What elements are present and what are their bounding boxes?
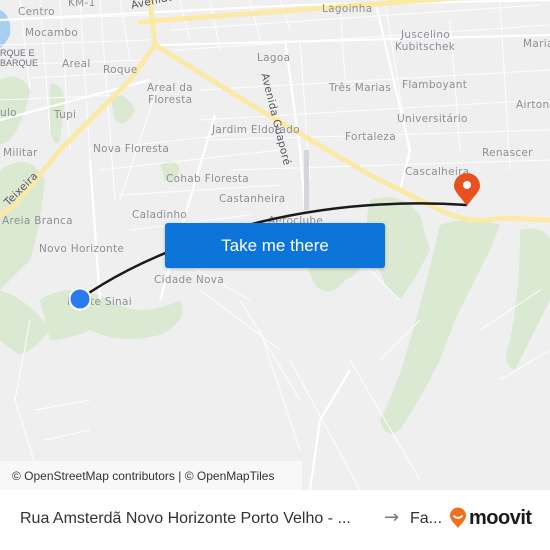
take-me-there-button[interactable]: Take me there xyxy=(165,223,385,268)
origin-marker[interactable] xyxy=(68,287,92,311)
map-attribution[interactable]: © OpenStreetMap contributors | © OpenMap… xyxy=(0,461,302,490)
arrow-right-icon: → xyxy=(384,507,400,528)
destination-name: Fa... xyxy=(410,510,443,527)
moovit-pin-icon xyxy=(450,507,466,528)
destination-pin-icon[interactable] xyxy=(454,173,480,206)
moovit-logo[interactable]: moovit xyxy=(449,507,532,529)
origin-name: Rua Amsterdã Novo Horizonte Porto Velho … xyxy=(20,510,351,527)
attribution-text[interactable]: © OpenStreetMap contributors | © OpenMap… xyxy=(12,469,274,483)
moovit-wordmark: moovit xyxy=(469,507,532,529)
map[interactable]: KM-1 Centro Mocambo RQUE E BARQUE Areal … xyxy=(0,0,550,490)
